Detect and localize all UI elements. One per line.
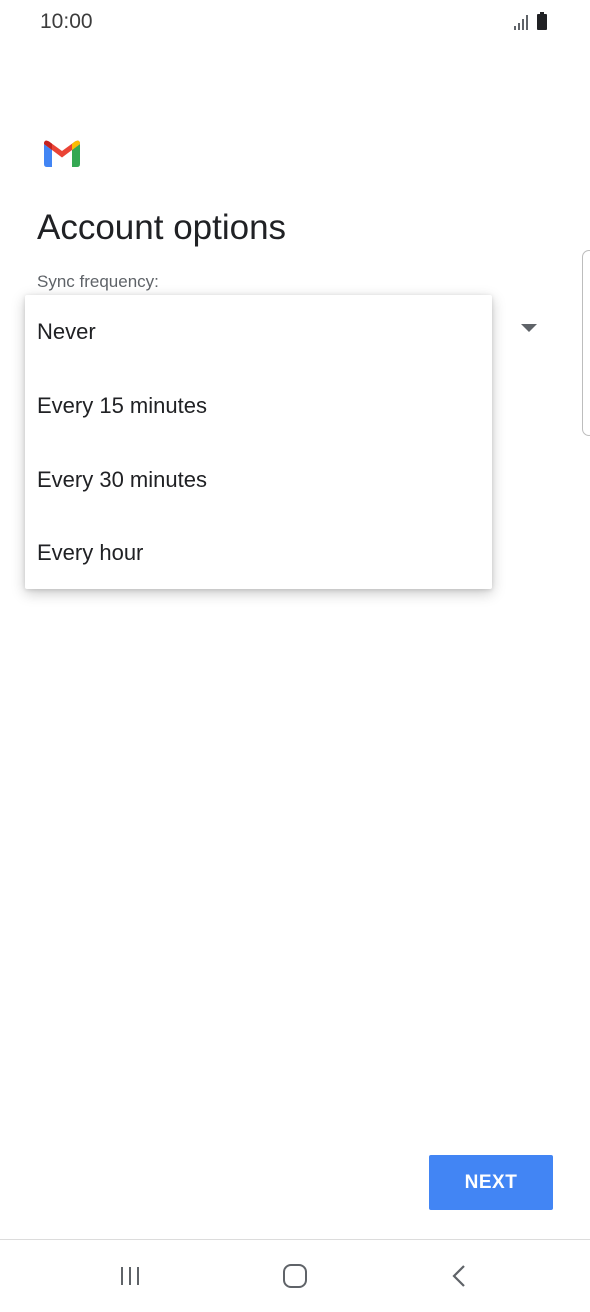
status-bar: 10:00 [0,0,590,46]
home-button[interactable] [265,1256,325,1296]
status-time: 10:00 [40,10,93,33]
sync-frequency-label: Sync frequency: [37,272,159,291]
status-icons [514,12,550,32]
dropdown-option-never[interactable]: Never [25,295,492,369]
back-icon [452,1265,465,1287]
navigation-bar [0,1240,590,1312]
recents-icon [121,1267,139,1285]
gmail-logo-icon [44,140,80,167]
dropdown-arrow-icon[interactable] [521,324,537,332]
battery-icon [537,12,547,30]
signal-icon [514,15,528,30]
home-icon [283,1264,307,1288]
scrollbar[interactable] [582,250,590,436]
page-title: Account options [37,208,287,247]
dropdown-option-every-15-minutes[interactable]: Every 15 minutes [25,369,492,443]
dropdown-option-every-30-minutes[interactable]: Every 30 minutes [25,443,492,517]
dropdown-option-every-hour[interactable]: Every hour [25,516,492,590]
sync-frequency-dropdown[interactable]: Never Every 15 minutes Every 30 minutes … [25,295,492,589]
next-button[interactable]: NEXT [429,1155,553,1210]
back-button[interactable] [430,1256,490,1296]
recents-button[interactable] [100,1256,160,1296]
